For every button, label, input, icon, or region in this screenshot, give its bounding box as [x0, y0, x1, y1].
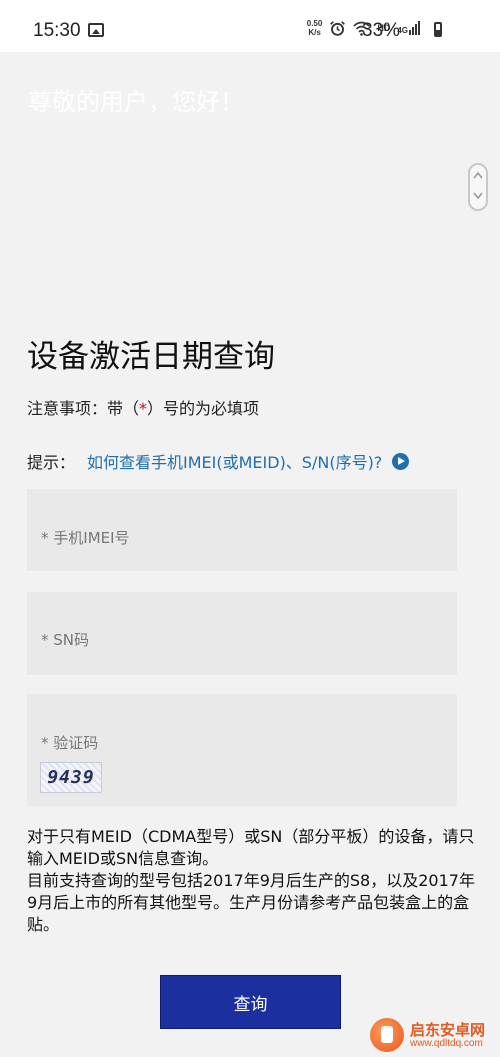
cellular-signal: 4G: [397, 21, 420, 35]
query-info: 对于只有MEID（CDMA型号）或SN（部分平板）的设备，请只输入MEID或SN…: [27, 826, 477, 936]
tip-row: 提示： 如何查看手机IMEI(或MEID)、S/N(序号)?: [27, 449, 410, 473]
scroll-handle[interactable]: [468, 163, 488, 211]
status-bar: 15:30 0.50 K/s HD 4G 33%: [0, 0, 500, 52]
site-watermark: 启东安卓网 www.qdltdq.com: [370, 1018, 485, 1052]
battery-icon: [434, 22, 442, 37]
page-title: 设备激活日期查询: [27, 338, 275, 375]
watermark-name: 启东安卓网: [410, 1020, 486, 1039]
tip-label: 提示：: [27, 453, 76, 472]
greeting-text: 尊敬的用户，您好！: [28, 88, 244, 116]
speed-unit: K/s: [308, 28, 321, 37]
sn-placeholder: * SN码: [41, 631, 90, 649]
captcha-image[interactable]: 9439: [40, 762, 102, 793]
chevron-up-icon: [473, 171, 483, 179]
sn-field[interactable]: * SN码: [27, 592, 457, 675]
captcha-placeholder: * 验证码: [41, 734, 99, 752]
watermark-text: 启东安卓网 www.qdltdq.com: [410, 1022, 485, 1049]
query-button[interactable]: 查询: [160, 975, 341, 1029]
chevron-down-icon: [473, 192, 483, 200]
info-meid-note: 对于只有MEID（CDMA型号）或SN（部分平板）的设备，请只输入MEID或SN…: [27, 827, 475, 868]
watermark-url: www.qdltdq.com: [410, 1037, 483, 1049]
required-asterisk: *: [139, 399, 148, 418]
gallery-notification-icon: [88, 23, 104, 37]
status-time: 15:30: [33, 20, 81, 41]
imei-field[interactable]: * 手机IMEI号: [27, 489, 457, 571]
play-circle-icon[interactable]: [392, 452, 410, 470]
battery-percent: 33%: [362, 20, 401, 41]
alarm-icon: [330, 20, 346, 36]
watermark-logo-icon: [370, 1018, 404, 1052]
network-speed: 0.50 K/s: [307, 19, 323, 37]
signal-bars-icon: [409, 21, 420, 35]
imei-help-link[interactable]: 如何查看手机IMEI(或MEID)、S/N(序号)?: [87, 449, 382, 473]
speed-value: 0.50: [306, 19, 323, 28]
captcha-field[interactable]: * 验证码 9439: [27, 694, 457, 806]
required-notice: 注意事项：带（*）号的为必填项: [27, 395, 259, 419]
notice-suffix: ）号的为必填项: [147, 399, 260, 418]
imei-placeholder: * 手机IMEI号: [41, 529, 130, 547]
info-model-note: 目前支持查询的型号包括2017年9月后生产的S8，以及2017年9月后上市的所有…: [27, 871, 475, 934]
notice-prefix: 注意事项：带（: [27, 399, 140, 418]
